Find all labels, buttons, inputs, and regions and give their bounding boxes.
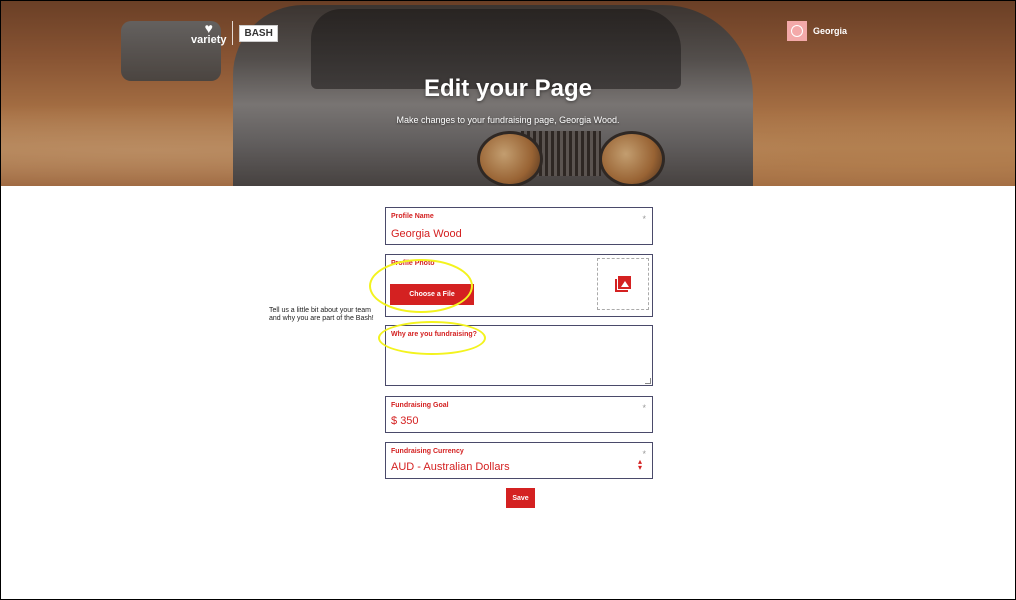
site-logo[interactable]: ♥ variety BASH bbox=[191, 19, 278, 47]
photo-dropzone[interactable] bbox=[597, 258, 649, 310]
highlight-circle bbox=[369, 259, 473, 313]
photo-library-icon bbox=[615, 276, 631, 292]
resize-handle[interactable] bbox=[645, 378, 651, 384]
goal-value: 350 bbox=[400, 415, 419, 427]
profile-name-field[interactable]: Profile Name * Georgia Wood bbox=[385, 207, 653, 245]
fundraising-goal-field[interactable]: Fundraising Goal * $ 350 bbox=[385, 396, 653, 433]
required-mark: * bbox=[642, 403, 646, 413]
profile-name-input[interactable]: Georgia Wood bbox=[391, 228, 462, 240]
heart-icon: ♥ bbox=[204, 19, 213, 36]
user-name: Georgia bbox=[813, 26, 848, 36]
avatar bbox=[787, 21, 807, 41]
hero-banner: ♥ variety BASH Georgia Edit your Page Ma… bbox=[1, 1, 1015, 186]
fundraising-goal-input[interactable]: $ 350 bbox=[391, 415, 419, 427]
page-title: Edit your Page bbox=[423, 75, 593, 102]
required-mark: * bbox=[642, 214, 646, 224]
required-mark: * bbox=[642, 449, 646, 459]
page-subtitle: Make changes to your fundraising page, G… bbox=[396, 115, 620, 125]
currency-selected-value: AUD - Australian Dollars bbox=[391, 461, 510, 473]
fundraising-currency-select[interactable]: Fundraising Currency * AUD - Australian … bbox=[385, 442, 653, 479]
logo-variety-text: variety bbox=[191, 33, 227, 46]
save-button[interactable]: Save bbox=[506, 488, 535, 508]
highlight-circle bbox=[378, 321, 486, 355]
user-menu[interactable]: Georgia bbox=[787, 21, 847, 41]
fundraising-help-text: Tell us a little bit about your team and… bbox=[269, 307, 374, 322]
select-arrows-icon: ▴ ▾ bbox=[637, 457, 642, 472]
page: ♥ variety BASH Georgia Edit your Page Ma… bbox=[0, 0, 1016, 600]
fundraising-goal-label: Fundraising Goal bbox=[391, 402, 449, 409]
fundraising-currency-label: Fundraising Currency bbox=[391, 448, 464, 455]
user-icon bbox=[791, 25, 803, 37]
logo-bash-text: BASH bbox=[239, 24, 278, 42]
profile-name-label: Profile Name bbox=[391, 213, 434, 220]
currency-symbol: $ bbox=[391, 415, 398, 427]
